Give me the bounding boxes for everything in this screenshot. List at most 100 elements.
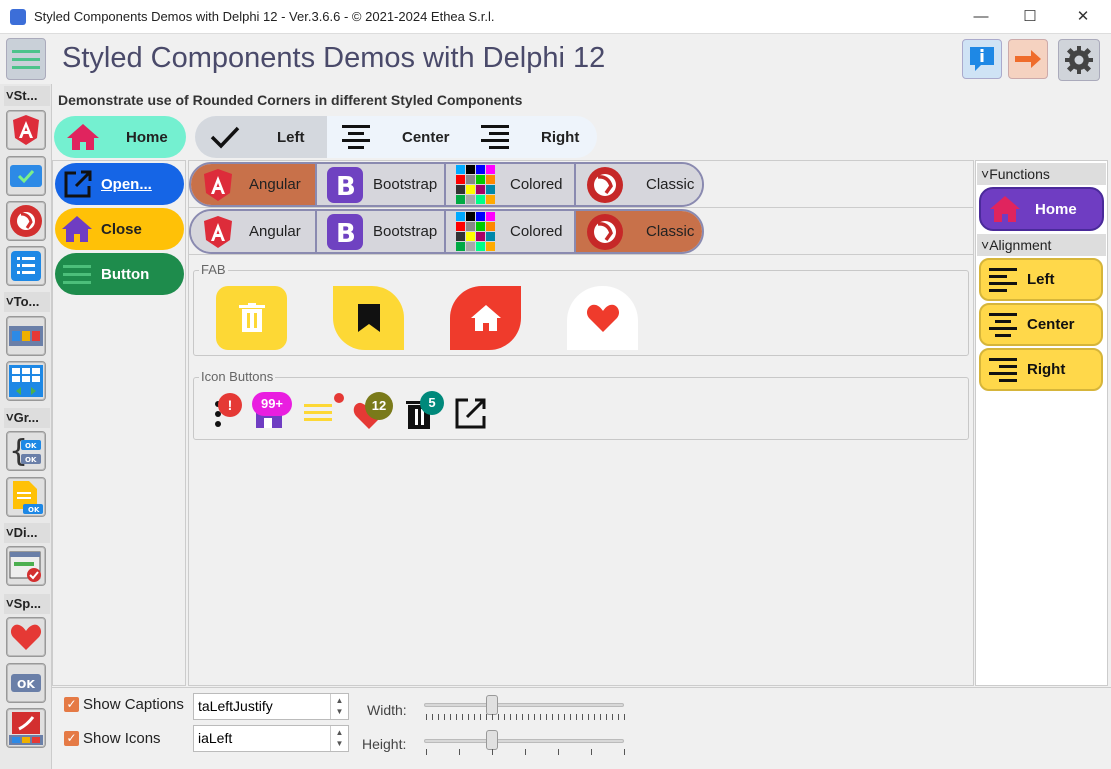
sidebar-item-document[interactable]: OK <box>6 477 46 517</box>
sidebar-item-toolbar[interactable] <box>6 316 46 356</box>
ok-buttons-icon: {OKOK <box>9 434 41 468</box>
open-button[interactable]: Open... <box>55 163 184 205</box>
bookmark-icon <box>357 304 380 332</box>
alignment-group-header[interactable]: ˅Alignment <box>977 234 1106 256</box>
align-right-icon <box>481 125 509 149</box>
height-label: Height: <box>362 736 407 752</box>
align-left-button[interactable]: Left <box>195 116 327 158</box>
row2-colored-label: Colored <box>510 223 563 240</box>
align-center-button[interactable]: Center <box>330 116 462 158</box>
align-center-label: Center <box>402 128 450 146</box>
icon-button-heart[interactable]: 12 <box>352 392 398 430</box>
row1-classic-button[interactable]: Classic <box>576 164 702 205</box>
row1-colored-button[interactable]: Colored <box>446 164 574 205</box>
fab-heart-button[interactable] <box>567 286 638 350</box>
fab-delete-button[interactable] <box>216 286 287 350</box>
align-right-label: Right <box>541 128 580 146</box>
fab-home-button[interactable] <box>450 286 521 350</box>
close-button[interactable]: Close <box>55 208 184 250</box>
height-slider-thumb[interactable] <box>486 730 498 750</box>
heart-icon <box>586 304 619 332</box>
icon-button-delete[interactable]: 5 <box>404 391 448 431</box>
sidebar-group-sp[interactable]: ˅Sp... <box>4 594 50 614</box>
row2-colored-button[interactable]: Colored <box>446 211 574 252</box>
sidebar-item-buttons[interactable]: {OK OK <box>6 431 46 471</box>
ok-button-icon: OK <box>11 674 41 692</box>
caption-alignment-spinner[interactable]: ▲ ▼ <box>330 694 348 719</box>
width-slider-track[interactable] <box>424 703 624 707</box>
align-center-icon <box>342 125 370 149</box>
sidebar-group-to[interactable]: ˅To... <box>4 292 50 312</box>
home-icon <box>990 196 1020 222</box>
delphi-icon <box>10 205 42 237</box>
sidebar-item-angular[interactable] <box>6 110 46 150</box>
icon-alignment-spinner[interactable]: ▲ ▼ <box>330 726 348 751</box>
functions-home-button[interactable]: Home <box>979 187 1104 231</box>
angular-icon <box>204 168 232 201</box>
align-center-icon <box>989 312 1017 337</box>
hamburger-menu-button[interactable] <box>6 38 46 80</box>
list-icon <box>11 251 41 281</box>
caption-alignment-combo[interactable]: taLeftJustify ▲ ▼ <box>193 693 349 720</box>
home-pill-button[interactable]: Home <box>54 116 186 158</box>
icon-button-store[interactable]: 99+ <box>252 392 296 430</box>
gear-icon <box>1065 46 1093 74</box>
icon-buttons-label: Icon Buttons <box>199 369 276 384</box>
row2-classic-button[interactable]: Classic <box>576 211 702 252</box>
icon-alignment-combo[interactable]: iaLeft ▲ ▼ <box>193 725 349 752</box>
settings-button[interactable] <box>1058 39 1100 81</box>
menu-lines-icon <box>304 393 344 421</box>
sidebar-item-heart[interactable] <box>6 617 46 657</box>
show-captions-checkbox[interactable]: ✓ <box>64 697 79 712</box>
angular-icon <box>13 115 39 145</box>
bootstrap-icon: B <box>327 166 363 203</box>
width-slider-thumb[interactable] <box>486 695 498 715</box>
checkmark-icon <box>210 126 240 149</box>
row2-angular-button[interactable]: Angular <box>191 211 315 252</box>
sidebar-item-dialog[interactable] <box>6 546 46 586</box>
right-align-left-button[interactable]: Left <box>979 258 1103 301</box>
caption-alignment-value: taLeftJustify <box>198 698 273 714</box>
svg-text:OK: OK <box>17 678 35 691</box>
minimize-button[interactable]: — <box>958 6 1004 28</box>
sidebar-item-grid[interactable] <box>6 361 46 401</box>
sidebar-group-st[interactable]: ˅St... <box>4 86 50 106</box>
right-align-center-button[interactable]: Center <box>979 303 1103 346</box>
align-right-button[interactable]: Right <box>465 116 597 158</box>
sidebar-item-ok[interactable]: OK <box>6 663 46 703</box>
open-external-icon <box>64 170 92 198</box>
close-label: Close <box>101 220 142 238</box>
sidebar-item-delphi-app[interactable] <box>6 708 46 748</box>
right-align-right-label: Right <box>1027 361 1066 378</box>
sidebar-item-bootstrap[interactable] <box>6 156 46 196</box>
right-align-center-label: Center <box>1027 316 1075 333</box>
notification-badge: ! <box>218 393 242 417</box>
sidebar-item-classic[interactable] <box>6 201 46 241</box>
svg-text:B: B <box>336 172 356 202</box>
description-text: Demonstrate use of Rounded Corners in di… <box>58 92 523 108</box>
row-divider <box>188 207 974 208</box>
app-icon <box>10 9 26 25</box>
show-icons-checkbox[interactable]: ✓ <box>64 731 79 746</box>
generic-button[interactable]: Button <box>55 253 184 295</box>
right-align-right-button[interactable]: Right <box>979 348 1103 391</box>
sidebar-group-di[interactable]: ˅Di... <box>4 523 50 543</box>
row1-bootstrap-button[interactable]: B Bootstrap <box>317 164 444 205</box>
icon-button-menu[interactable] <box>302 392 346 430</box>
row2-bootstrap-button[interactable]: B Bootstrap <box>317 211 444 252</box>
sidebar-group-gr[interactable]: ˅Gr... <box>4 408 50 428</box>
functions-group-header[interactable]: ˅Functions <box>977 163 1106 185</box>
height-slider-track[interactable] <box>424 739 624 743</box>
row1-angular-button[interactable]: Angular <box>191 164 315 205</box>
svg-text:B: B <box>336 219 356 249</box>
row1-colored-label: Colored <box>510 176 563 193</box>
info-button[interactable] <box>962 39 1002 79</box>
icon-button-open[interactable] <box>454 396 488 430</box>
icon-button-more[interactable]: ! <box>210 393 246 430</box>
fab-bookmark-button[interactable] <box>333 286 404 350</box>
exit-button[interactable] <box>1008 39 1048 79</box>
close-window-button[interactable]: ✕ <box>1060 6 1106 28</box>
sidebar-item-list[interactable] <box>6 246 46 286</box>
heart-icon <box>10 624 42 650</box>
maximize-button[interactable]: ☐ <box>1007 6 1053 28</box>
